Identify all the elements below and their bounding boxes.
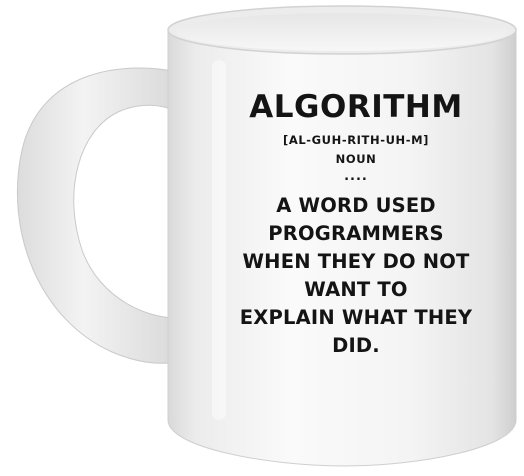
definition-line: DID. <box>332 334 380 357</box>
definition-line: EXPLAIN WHAT THEY <box>239 306 473 329</box>
definition-line: WHEN THEY DO NOT <box>242 250 470 273</box>
mug-inside <box>176 13 508 51</box>
print-title: ALGORITHM <box>249 89 463 125</box>
print-separator: .... <box>344 169 368 184</box>
definition-line: WANT TO <box>304 278 408 301</box>
print-part-of-speech: NOUN <box>335 151 377 166</box>
mug-print: ALGORITHM [AL-GUH-RITH-UH-M] NOUN .... A… <box>228 92 484 360</box>
print-pronunciation: [AL-GUH-RITH-UH-M] <box>282 133 430 147</box>
mug-handle <box>16 67 183 364</box>
product-photo: ALGORITHM [AL-GUH-RITH-UH-M] NOUN .... A… <box>0 0 524 476</box>
definition-line: PROGRAMMERS <box>268 222 444 245</box>
definition-line: A WORD USED <box>276 194 436 217</box>
